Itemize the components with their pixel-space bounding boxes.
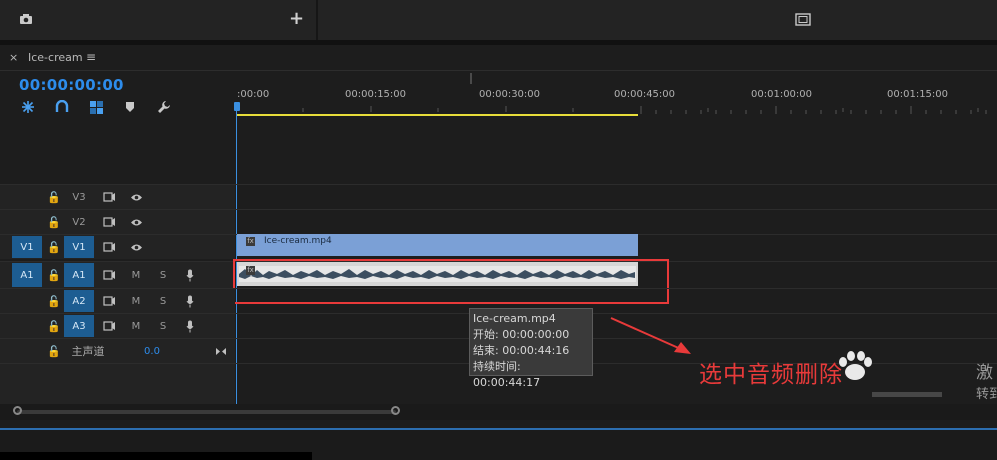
- monitor-icon[interactable]: [795, 11, 811, 27]
- tooltip-end: 结束: 00:00:44:16: [473, 344, 570, 357]
- mute-button[interactable]: M: [130, 290, 142, 312]
- mute-button[interactable]: M: [130, 315, 142, 337]
- lock-icon[interactable]: 🔓: [47, 211, 61, 233]
- playhead-handle[interactable]: [234, 102, 240, 111]
- master-volume-value[interactable]: 0.0: [142, 340, 162, 362]
- paw-watermark-icon: [839, 351, 872, 380]
- sequence-tab-bar: × Ice-cream ≡: [0, 45, 997, 71]
- track-a3-label[interactable]: A3: [64, 315, 94, 337]
- close-tab-button[interactable]: ×: [9, 51, 18, 64]
- track-v2-header: 🔓 V2: [0, 210, 235, 234]
- master-track-label[interactable]: 主声道: [66, 340, 110, 362]
- track-header-bottom: [0, 363, 235, 404]
- annotation-arrow: [610, 317, 691, 354]
- eye-icon[interactable]: [128, 236, 144, 258]
- solo-button[interactable]: S: [157, 315, 169, 337]
- sync-lock-icon[interactable]: [101, 290, 117, 312]
- scrollbar-handle-left[interactable]: [13, 406, 22, 415]
- track-v3[interactable]: 🔓 V3: [0, 184, 997, 209]
- video-clip-name: Ice-cream.mp4: [264, 236, 332, 246]
- track-a2-label[interactable]: A2: [64, 290, 94, 312]
- ruler-label-45: 00:00:45:00: [614, 89, 676, 100]
- track-v2[interactable]: 🔓 V2: [0, 209, 997, 234]
- lock-icon[interactable]: 🔓: [47, 315, 61, 337]
- ruler-label-60: 00:01:00:00: [751, 89, 813, 100]
- ruler-label-0: :00:00: [237, 89, 270, 100]
- lock-icon[interactable]: 🔓: [47, 186, 61, 208]
- add-button[interactable]: +: [289, 8, 304, 29]
- lock-icon[interactable]: 🔓: [47, 290, 61, 312]
- sync-lock-icon[interactable]: [101, 186, 117, 208]
- source-patch-a1[interactable]: A1: [12, 263, 42, 287]
- panel-menu-button[interactable]: ≡: [86, 50, 96, 64]
- track-v1-label[interactable]: V1: [64, 236, 94, 258]
- tooltip-duration: 持续时间: 00:00:44:17: [473, 360, 541, 389]
- eye-icon[interactable]: [128, 211, 144, 233]
- sync-lock-icon[interactable]: [101, 315, 117, 337]
- tooltip-clip-name: Ice-cream.mp4: [473, 312, 556, 325]
- annotation-text: 选中音频删除: [699, 362, 843, 388]
- track-a2-header: 🔓 A2 M S: [0, 289, 235, 313]
- lock-icon[interactable]: 🔓: [47, 340, 61, 362]
- track-v3-header: 🔓 V3: [0, 185, 235, 209]
- track-a1-header: A1 🔓 A1 M S: [0, 262, 235, 288]
- camera-icon[interactable]: [18, 11, 34, 27]
- sync-lock-icon[interactable]: [101, 236, 117, 258]
- track-v2-label[interactable]: V2: [64, 211, 94, 233]
- expand-icon[interactable]: [214, 340, 228, 362]
- watermark-bar: [872, 392, 942, 397]
- microphone-icon[interactable]: [184, 290, 196, 312]
- track-master-header: 🔓 主声道 0.0: [0, 339, 235, 363]
- mute-button[interactable]: M: [130, 263, 142, 287]
- add-marker-blue-icon[interactable]: [88, 99, 104, 115]
- timeline-scrollbar[interactable]: [0, 404, 997, 420]
- playhead-timecode[interactable]: 00:00:00:00: [19, 76, 124, 94]
- solo-button[interactable]: S: [157, 290, 169, 312]
- lock-icon[interactable]: 🔓: [47, 236, 61, 258]
- side-text-line2: 转到: [976, 387, 997, 402]
- wrench-icon[interactable]: [156, 99, 172, 115]
- program-panel: [318, 0, 997, 40]
- tooltip-start: 开始: 00:00:00:00: [473, 328, 570, 341]
- tab-underline: [0, 70, 997, 71]
- eye-icon[interactable]: [128, 186, 144, 208]
- microphone-icon[interactable]: [184, 263, 196, 287]
- video-clip[interactable]: fx Ice-cream.mp4: [237, 234, 638, 256]
- track-header-top: [0, 118, 235, 184]
- clip-tooltip: Ice-cream.mp4 开始: 00:00:00:00 结束: 00:00:…: [469, 308, 593, 389]
- ruler-label-30: 00:00:30:00: [479, 89, 541, 100]
- scrollbar-handle-right[interactable]: [391, 406, 400, 415]
- sync-lock-icon[interactable]: [101, 263, 117, 287]
- source-panel: +: [0, 0, 316, 40]
- source-patch-v1[interactable]: V1: [12, 236, 42, 258]
- bottom-black-area: [0, 452, 312, 460]
- track-v3-label[interactable]: V3: [64, 186, 94, 208]
- marker-icon[interactable]: [122, 99, 138, 115]
- sequence-name[interactable]: Ice-cream: [28, 51, 83, 64]
- lock-icon[interactable]: 🔓: [47, 263, 61, 287]
- solo-button[interactable]: S: [157, 263, 169, 287]
- track-a3-header: 🔓 A3 M S: [0, 314, 235, 338]
- track-v1-header: V1 🔓 V1: [0, 235, 235, 259]
- sync-lock-icon[interactable]: [101, 211, 117, 233]
- linked-selection-icon[interactable]: [54, 99, 70, 115]
- ruler-label-75: 00:01:15:00: [887, 89, 949, 100]
- ruler-label-15: 00:00:15:00: [345, 89, 407, 100]
- scrollbar-thumb[interactable]: [17, 410, 396, 414]
- track-a1-label[interactable]: A1: [64, 263, 94, 287]
- side-text-line1: 激: [976, 363, 993, 383]
- snap-icon[interactable]: [20, 99, 36, 115]
- fx-badge: fx: [246, 237, 255, 246]
- microphone-icon[interactable]: [184, 315, 196, 337]
